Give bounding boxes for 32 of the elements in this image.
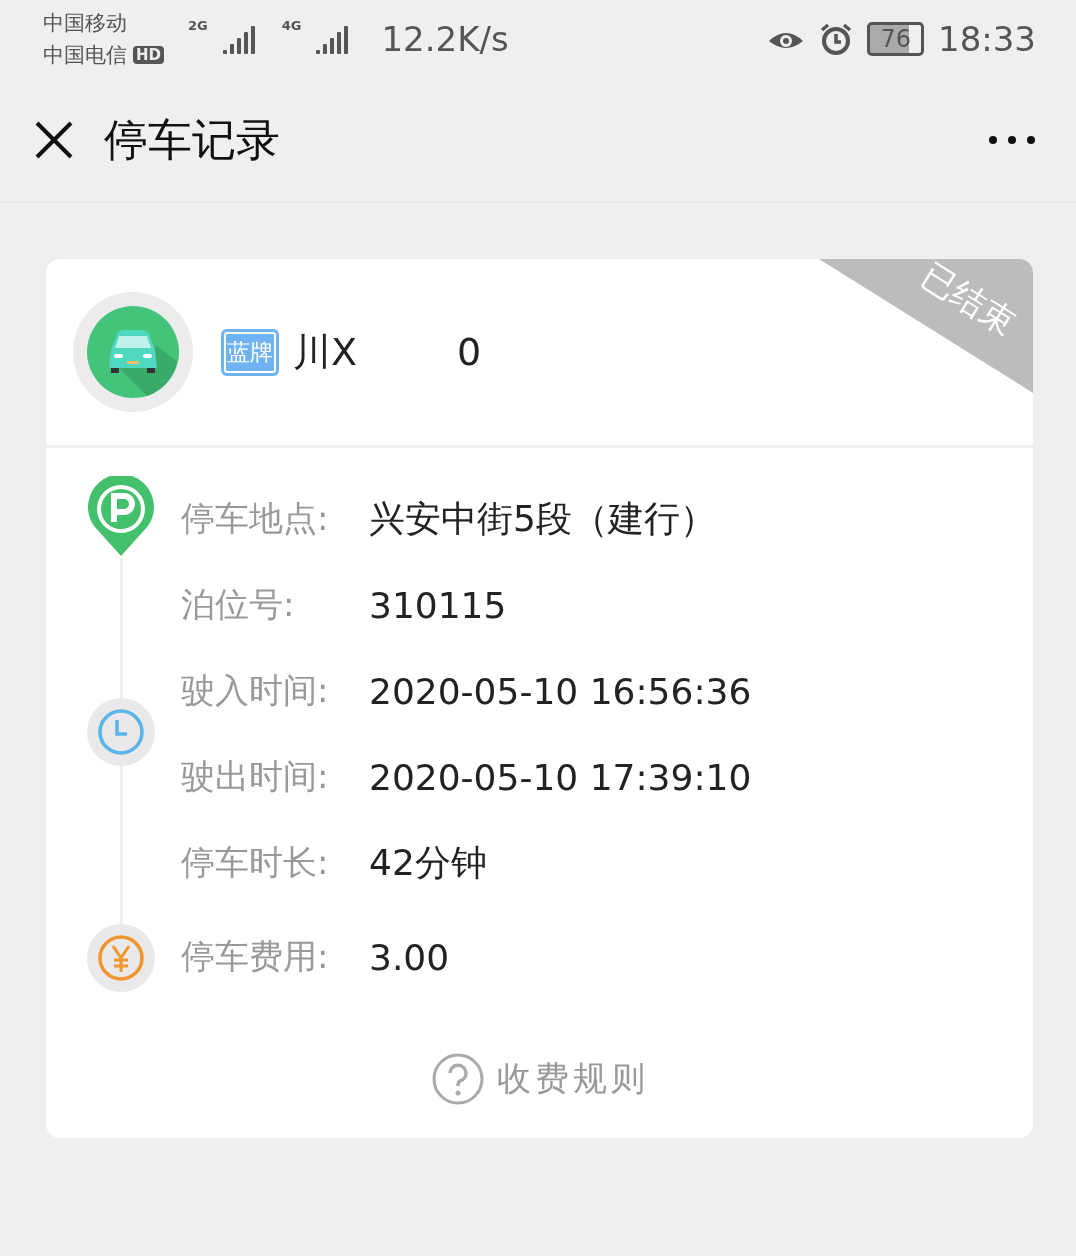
- parking-pin-icon: [86, 476, 156, 558]
- field-label: 停车时长:: [181, 841, 330, 884]
- field-value: 2020-05-10 17:39:10: [369, 756, 752, 798]
- field-label: 停车费用:: [181, 935, 330, 978]
- plate-number: 0: [457, 330, 482, 374]
- field-value: 2020-05-10 16:56:36: [369, 670, 752, 712]
- plate-type-badge: 蓝牌: [221, 328, 279, 376]
- status-label: 已结束: [913, 259, 1024, 346]
- close-icon[interactable]: [34, 120, 74, 160]
- hd-badge: HD: [133, 46, 164, 64]
- more-icon[interactable]: [988, 135, 1036, 145]
- fee-rules-link[interactable]: 收费规则: [430, 1052, 649, 1106]
- clock-time: 18:33: [938, 19, 1036, 59]
- field-label: 泊位号:: [181, 583, 296, 626]
- alarm-icon: [819, 22, 854, 56]
- car-icon: [87, 306, 179, 398]
- field-label: 停车地点:: [181, 497, 330, 540]
- field-label: 驶入时间:: [181, 669, 330, 712]
- field-value: 42分钟: [369, 840, 487, 885]
- field-value: 兴安中街5段（建行）: [369, 496, 716, 541]
- network-type: 2G: [188, 18, 208, 33]
- network-speed: 12.2K/s: [381, 19, 509, 59]
- field-value: 3.00: [369, 936, 450, 978]
- network-type: 4G: [281, 18, 302, 33]
- page-title: 停车记录: [104, 112, 281, 167]
- plate-number: 川X: [293, 328, 358, 376]
- field-value: 310115: [369, 584, 507, 626]
- field-label: 驶出时间:: [181, 755, 330, 798]
- carrier-name: 中国电信: [43, 42, 127, 69]
- help-icon: [430, 1052, 485, 1106]
- signal-icon: [221, 24, 258, 54]
- carrier-name: 中国移动: [43, 10, 128, 37]
